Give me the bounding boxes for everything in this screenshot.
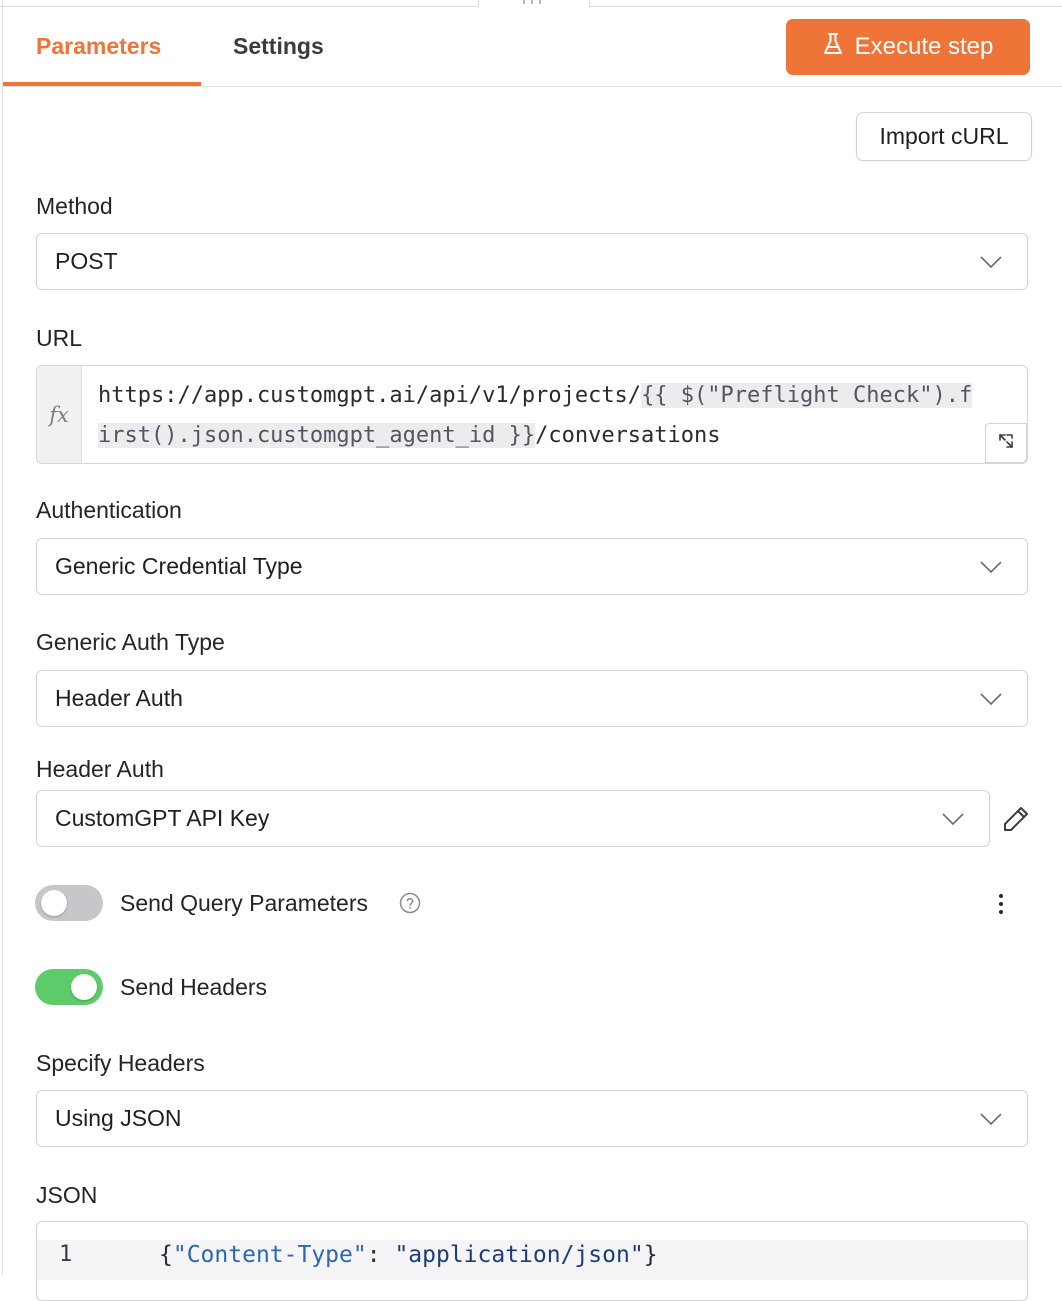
tabbar-divider — [3, 86, 1062, 87]
header-auth-value: CustomGPT API Key — [55, 805, 270, 831]
header-auth-select[interactable]: CustomGPT API Key — [36, 790, 990, 847]
method-label: Method — [36, 193, 113, 219]
tab-parameters[interactable]: Parameters — [36, 33, 161, 60]
expression-fx-icon: fx — [37, 366, 82, 463]
chevron-down-icon — [971, 252, 1011, 272]
chevron-down-icon — [933, 809, 973, 829]
chevron-down-icon — [971, 1109, 1011, 1129]
specify-headers-select[interactable]: Using JSON — [36, 1090, 1028, 1147]
toggle-knob — [71, 974, 97, 1000]
send-query-parameters-label: Send Query Parameters — [120, 890, 369, 916]
expand-icon — [997, 432, 1015, 455]
chevron-down-icon — [971, 557, 1011, 577]
json-code-editor[interactable]: 1 {"Content-Type": "application/json"} — [36, 1221, 1028, 1301]
url-value[interactable]: https://app.customgpt.ai/api/v1/projects… — [98, 376, 978, 456]
header-auth-label: Header Auth — [36, 756, 164, 782]
code-separator: : — [366, 1242, 395, 1268]
flask-icon — [823, 32, 843, 63]
more-options-icon[interactable] — [992, 893, 1010, 915]
generic-auth-type-label: Generic Auth Type — [36, 629, 225, 655]
execute-step-label: Execute step — [854, 33, 994, 60]
specify-headers-value: Using JSON — [55, 1105, 182, 1131]
specify-headers-label: Specify Headers — [36, 1050, 205, 1076]
generic-auth-type-value: Header Auth — [55, 685, 183, 711]
tab-settings[interactable]: Settings — [233, 33, 324, 60]
expand-editor-button[interactable] — [985, 423, 1027, 463]
url-suffix: /conversations — [535, 423, 721, 448]
url-label: URL — [36, 325, 83, 351]
edit-credential-pencil-icon[interactable] — [1001, 804, 1031, 834]
drag-grip-icon — [523, 0, 541, 4]
code-line[interactable]: {"Content-Type": "application/json"} — [159, 1242, 658, 1268]
toggle-knob — [41, 890, 67, 916]
json-label: JSON — [36, 1182, 98, 1208]
code-value: "application/json" — [394, 1242, 644, 1268]
send-query-parameters-toggle[interactable] — [35, 885, 103, 921]
send-headers-label: Send Headers — [120, 974, 268, 1000]
url-prefix: https://app.customgpt.ai/api/v1/projects… — [98, 383, 642, 408]
code-brace-close: } — [643, 1242, 658, 1268]
url-input[interactable]: fx https://app.customgpt.ai/api/v1/proje… — [36, 365, 1028, 464]
code-brace-open: { — [159, 1242, 173, 1268]
execute-step-button[interactable]: Execute step — [786, 19, 1030, 75]
code-key: "Content-Type" — [172, 1242, 367, 1268]
generic-auth-type-select[interactable]: Header Auth — [36, 670, 1028, 727]
panel-left-border — [2, 0, 3, 1276]
method-value: POST — [55, 248, 118, 274]
authentication-label: Authentication — [36, 497, 182, 523]
method-select[interactable]: POST — [36, 233, 1028, 290]
authentication-select[interactable]: Generic Credential Type — [36, 538, 1028, 595]
help-question-icon[interactable] — [399, 892, 421, 914]
line-number: 1 — [59, 1242, 73, 1267]
send-headers-toggle[interactable] — [35, 969, 103, 1005]
import-curl-button[interactable]: Import cURL — [856, 112, 1032, 161]
authentication-value: Generic Credential Type — [55, 553, 303, 579]
chevron-down-icon — [971, 689, 1011, 709]
